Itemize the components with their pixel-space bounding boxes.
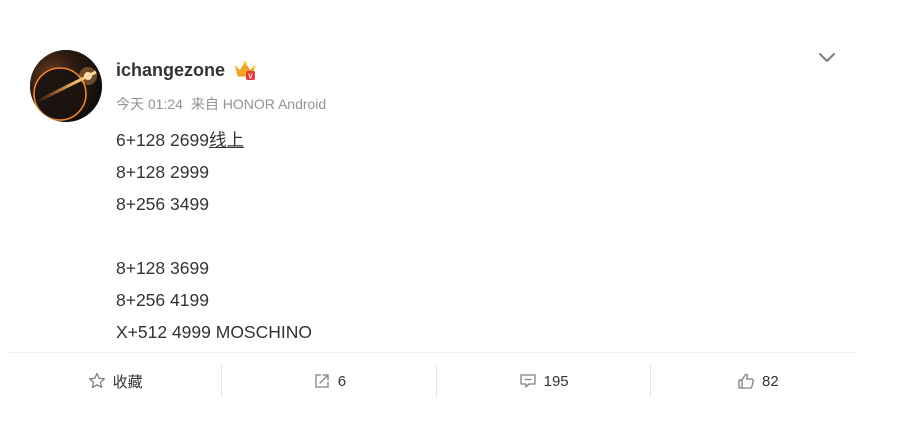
post-line-1-link[interactable]: 线上	[209, 130, 244, 150]
favorite-label: 收藏	[112, 373, 143, 391]
weibo-post-card: ichangezone V 今天 01:24 来自 HONOR Android …	[0, 0, 916, 436]
post-line-7: X+512 4999 MOSCHINO	[116, 322, 312, 342]
vip-crown-badge-icon[interactable]: V	[233, 59, 257, 81]
like-button[interactable]: 82	[651, 364, 864, 398]
repost-count: 6	[337, 372, 347, 390]
post-source[interactable]: HONOR Android	[223, 96, 326, 112]
post-line-6: 8+256 4199	[116, 290, 209, 310]
comment-icon	[519, 374, 536, 388]
post-meta: 今天 01:24 来自 HONOR Android	[116, 94, 326, 114]
post-line-5: 8+128 3699	[116, 258, 209, 278]
source-prefix: 来自	[190, 96, 219, 112]
chevron-down-icon[interactable]	[816, 48, 838, 66]
avatar[interactable]	[30, 50, 102, 122]
username-link[interactable]: ichangezone	[116, 60, 225, 81]
post-line-1: 6+128 2699线上	[116, 124, 796, 156]
divider	[8, 352, 856, 353]
post-line-2: 8+128 2999	[116, 162, 209, 182]
post-timestamp[interactable]: 今天 01:24	[116, 96, 183, 112]
star-icon	[88, 372, 105, 389]
comment-count: 195	[543, 372, 569, 390]
avatar-image	[30, 50, 102, 122]
favorite-button[interactable]: 收藏	[8, 364, 221, 398]
repost-button[interactable]: 6	[222, 364, 435, 398]
action-bar: 收藏 6 195 82	[8, 364, 864, 398]
repost-icon	[315, 374, 329, 388]
like-count: 82	[762, 372, 779, 390]
post-line-1-text: 6+128 2699	[116, 130, 209, 150]
thumbs-up-icon	[738, 373, 754, 389]
svg-text:V: V	[248, 73, 253, 80]
comment-button[interactable]: 195	[437, 364, 650, 398]
post-header: ichangezone V	[116, 58, 257, 82]
post-line-3: 8+256 3499	[116, 194, 209, 214]
post-line-blank	[116, 220, 796, 252]
post-content: 6+128 2699线上 8+128 2999 8+256 3499 8+128…	[116, 124, 796, 348]
